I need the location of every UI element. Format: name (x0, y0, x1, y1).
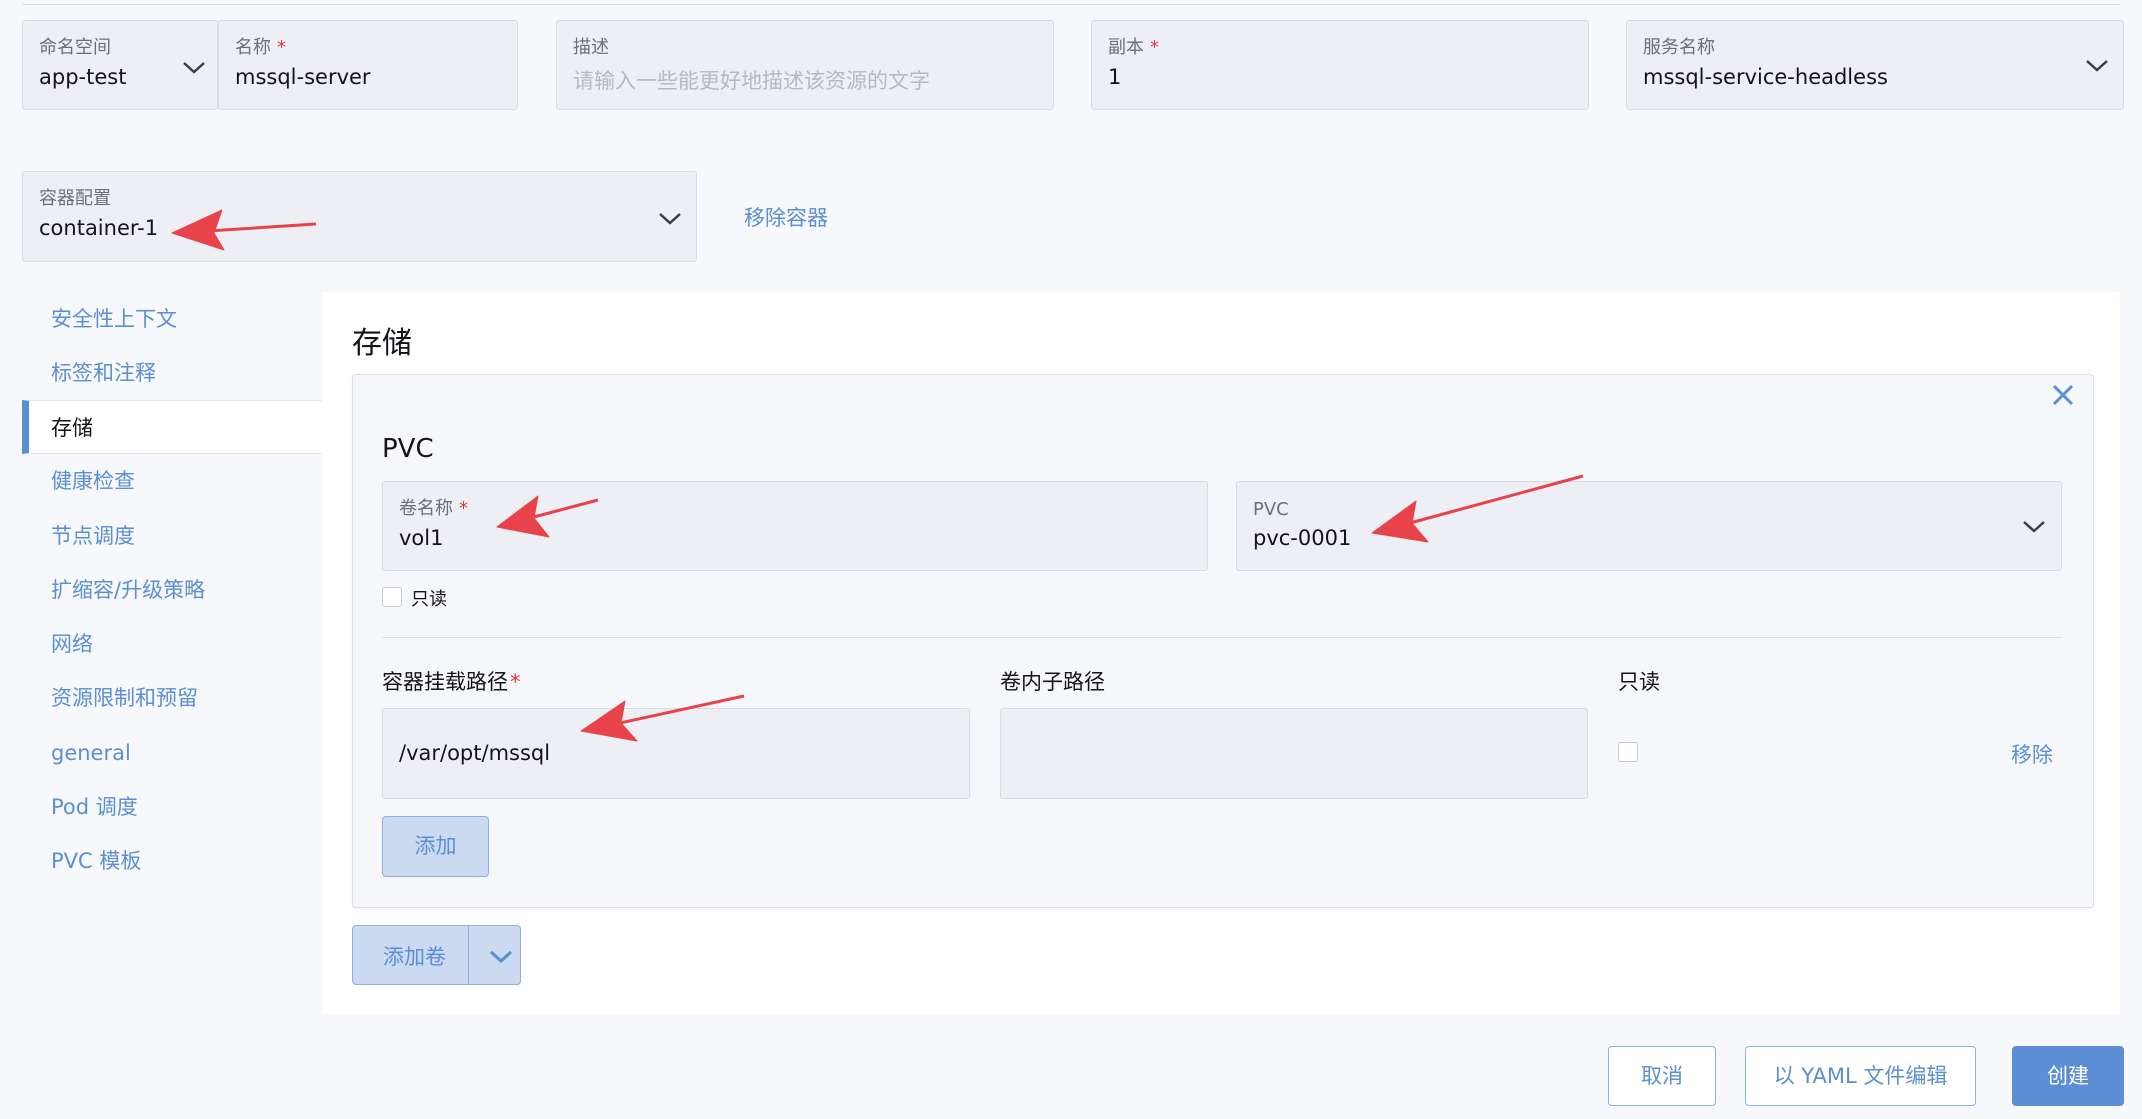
sidebar-item-health-check[interactable]: 健康检查 (22, 454, 322, 508)
sub-path-header: 卷内子路径 (1000, 670, 1105, 694)
divider (382, 637, 2062, 638)
close-icon[interactable] (2050, 382, 2076, 408)
cancel-button[interactable]: 取消 (1608, 1046, 1716, 1106)
name-value: mssql-server (235, 65, 371, 89)
container-label: 容器配置 (39, 188, 111, 209)
top-divider (22, 0, 2120, 5)
name-label: 名称 (235, 37, 271, 58)
add-volume-button[interactable]: 添加卷 (352, 925, 521, 985)
mount-path-input[interactable]: /var/opt/mssql (382, 708, 970, 799)
volume-name-field[interactable]: 卷名称 * vol1 (382, 481, 1208, 571)
sidebar-item-storage[interactable]: 存储 (22, 400, 322, 454)
namespace-value: app-test (39, 65, 127, 89)
name-field[interactable]: 名称 * mssql-server (218, 20, 518, 110)
sub-path-input[interactable] (1000, 708, 1588, 799)
volume-name-label: 卷名称 (399, 498, 453, 519)
pvc-select[interactable]: PVC pvc-0001 (1236, 481, 2062, 571)
namespace-label: 命名空间 (39, 37, 111, 58)
replicas-label-wrap: 副本 * (1108, 33, 1159, 59)
required-mark: * (510, 670, 521, 694)
sidebar-item-network[interactable]: 网络 (22, 617, 322, 671)
sidebar-item-pvc-template[interactable]: PVC 模板 (22, 834, 322, 888)
chevron-down-icon (2019, 516, 2049, 536)
mount-path-value: /var/opt/mssql (399, 741, 551, 765)
add-volume-label: 添加卷 (383, 945, 446, 969)
description-placeholder: 请输入一些能更好地描述该资源的文字 (573, 69, 930, 93)
pvc-label: PVC (1253, 499, 1289, 520)
sidebar-item-pod-scheduling[interactable]: Pod 调度 (22, 780, 322, 834)
mount-readonly-checkbox[interactable] (1618, 742, 1638, 762)
pvc-value: pvc-0001 (1253, 526, 1352, 550)
chevron-down-icon (2082, 55, 2112, 75)
replicas-value: 1 (1108, 65, 1122, 89)
service-name-label: 服务名称 (1643, 37, 1715, 58)
replicas-field[interactable]: 副本 * 1 (1091, 20, 1589, 110)
sidebar-item-node-scheduling[interactable]: 节点调度 (22, 509, 322, 563)
sidebar-item-labels-annotations[interactable]: 标签和注释 (22, 346, 322, 400)
create-button[interactable]: 创建 (2012, 1046, 2124, 1106)
add-mount-button[interactable]: 添加 (382, 816, 489, 877)
required-mark: * (459, 498, 468, 519)
chevron-down-icon (179, 57, 209, 77)
storage-title: 存储 (352, 326, 412, 361)
sidebar-item-security-context[interactable]: 安全性上下文 (22, 292, 322, 346)
readonly-checkbox[interactable] (382, 587, 402, 607)
container-select[interactable]: 容器配置 container-1 (22, 171, 697, 262)
edit-yaml-button[interactable]: 以 YAML 文件编辑 (1745, 1046, 1976, 1106)
replicas-label: 副本 (1108, 37, 1144, 58)
volume-name-value: vol1 (399, 526, 444, 550)
readonly-label: 只读 (411, 589, 447, 610)
mount-readonly-header: 只读 (1618, 670, 1660, 694)
sidebar-item-resource-limits[interactable]: 资源限制和预留 (22, 671, 322, 725)
description-label: 描述 (573, 37, 609, 58)
pvc-volume-card (352, 374, 2094, 908)
pvc-card-title: PVC (382, 434, 434, 464)
chevron-down-icon (486, 946, 516, 966)
required-mark: * (277, 37, 286, 58)
mount-path-header-wrap: 容器挂载路径* (382, 666, 521, 696)
remove-container-link[interactable]: 移除容器 (744, 202, 828, 232)
name-label-wrap: 名称 * (235, 33, 286, 59)
remove-mount-link[interactable]: 移除 (2011, 739, 2053, 769)
sidebar-item-scaling-upgrade[interactable]: 扩缩容/升级策略 (22, 563, 322, 617)
namespace-select[interactable]: 命名空间 app-test (22, 20, 218, 110)
chevron-down-icon (655, 208, 685, 228)
container-value: container-1 (39, 216, 159, 240)
volume-name-label-wrap: 卷名称 * (399, 494, 468, 520)
service-name-value: mssql-service-headless (1643, 65, 1888, 89)
description-field[interactable]: 描述 请输入一些能更好地描述该资源的文字 (556, 20, 1054, 110)
required-mark: * (1150, 37, 1159, 58)
service-name-select[interactable]: 服务名称 mssql-service-headless (1626, 20, 2124, 110)
sidebar-item-general[interactable]: general (22, 726, 322, 780)
button-divider (468, 926, 469, 984)
mount-path-header: 容器挂载路径 (382, 670, 508, 694)
